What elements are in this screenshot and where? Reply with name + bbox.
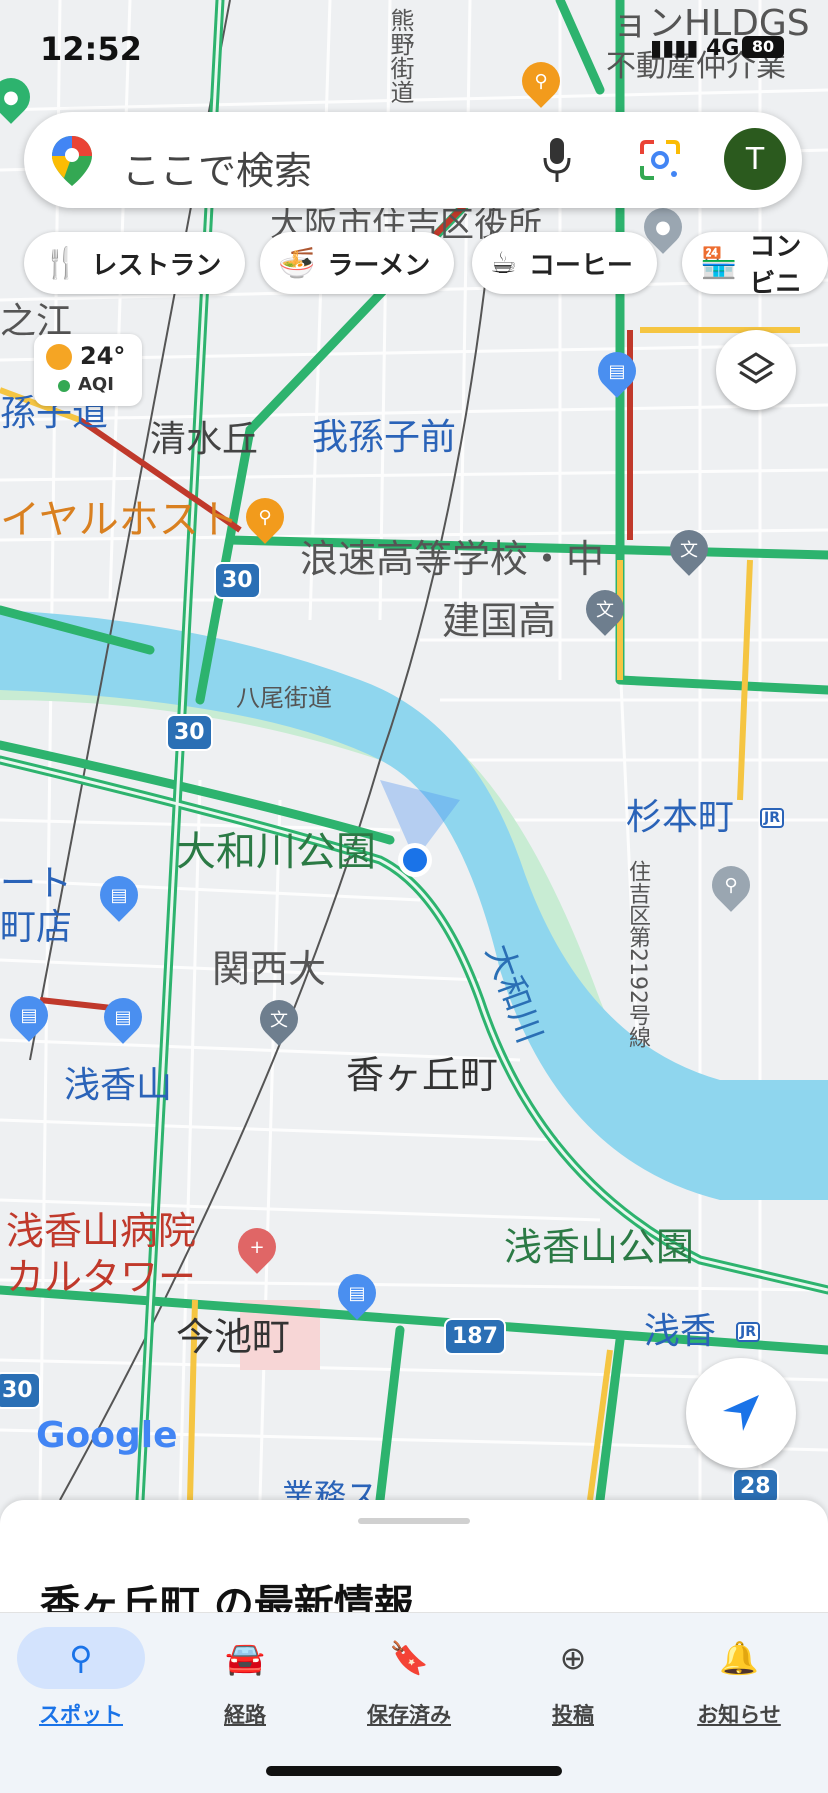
chip-convenience-store[interactable]: 🏪 コンビニ — [682, 232, 828, 299]
map-label-school: 関西大 — [212, 947, 327, 991]
chip-label: レストラン — [91, 250, 222, 281]
nav-label: 保存済み — [367, 1703, 451, 1727]
chip-label: コーヒー — [528, 250, 633, 281]
map-label-park: 大和川公園 — [176, 829, 376, 875]
map-label-station: 浅香山 — [64, 1065, 173, 1106]
bookmark-icon: 🔖 — [389, 1639, 429, 1677]
nav-item-commute[interactable]: 🚘 経路 — [170, 1627, 320, 1729]
status-bar: 12:52 ▮▮▮▮ 4G 80 — [0, 0, 828, 100]
aqi-dot-icon — [58, 380, 70, 392]
map-label-school: 浪速高等学校・中 — [300, 537, 605, 581]
home-indicator — [266, 1766, 562, 1776]
map-label-station: 浅香 — [644, 1311, 717, 1352]
chip-coffee[interactable]: ☕ コーヒー — [472, 232, 657, 294]
sheet-drag-handle[interactable] — [358, 1518, 470, 1524]
nav-item-saved[interactable]: 🔖 保存済み — [334, 1627, 484, 1729]
route-shield: 30 — [166, 714, 213, 751]
network-type: 4G — [706, 36, 740, 61]
hospital-pin-icon[interactable]: + — [230, 1220, 284, 1274]
explore-pin-icon: ⚲ — [17, 1627, 145, 1689]
shop-pin-icon[interactable]: ▤ — [330, 1266, 384, 1320]
nav-label: 経路 — [224, 1703, 266, 1727]
map-label-store: 業務ス — [282, 1477, 379, 1500]
map-label-station: 我孫子前 — [312, 417, 457, 458]
map-label-neighborhood: 今池町 — [176, 1315, 291, 1359]
nav-label: お知らせ — [697, 1703, 781, 1727]
school-pin-icon[interactable]: 文 — [662, 522, 716, 576]
status-time: 12:52 — [40, 30, 142, 68]
nav-label: スポット — [39, 1703, 123, 1727]
google-logo: Google — [36, 1415, 178, 1456]
layers-button[interactable] — [716, 330, 796, 410]
map-label-station: 杉本町 — [626, 797, 735, 838]
bottom-sheet[interactable]: 香ヶ丘町 の最新情報 — [0, 1500, 828, 1628]
map-label-store: ート — [0, 863, 73, 904]
signal-icon: ▮▮▮▮ — [650, 36, 707, 61]
shop-pin-icon[interactable]: ▤ — [96, 990, 150, 1044]
layers-icon — [737, 352, 775, 384]
shop-pin-icon[interactable]: ▤ — [2, 988, 56, 1042]
nav-item-explore[interactable]: ⚲ スポット — [6, 1627, 156, 1729]
navigation-arrow-icon — [723, 1395, 759, 1431]
sun-icon — [46, 344, 72, 370]
map-label-neighborhood: 香ヶ丘町 — [346, 1053, 499, 1097]
school-pin-icon[interactable]: 文 — [252, 992, 306, 1046]
map-label-school: 建国高 — [442, 599, 557, 643]
convenience-store-icon: 🏪 — [700, 245, 738, 281]
chip-ramen[interactable]: 🍜 ラーメン — [260, 232, 455, 294]
search-bar[interactable]: ここで検索 T — [24, 112, 802, 208]
restaurant-pin-icon[interactable]: ⚲ — [238, 490, 292, 544]
map-label-road: 八尾街道 — [236, 684, 332, 712]
map-label-hospital: 浅香山病院 — [6, 1209, 197, 1253]
microphone-icon[interactable] — [542, 136, 572, 184]
add-circle-icon: ⊕ — [559, 1639, 587, 1677]
map-canvas[interactable]: ョンHLDGS 不動産仲介業 熊野街道 大阪市住吉区役所 之江 孫子道 清水丘 … — [0, 0, 828, 1500]
restaurant-icon: 🍴 — [42, 245, 80, 281]
route-shield: 28 — [732, 1468, 779, 1500]
route-shield: 30 — [0, 1372, 41, 1409]
nav-label: 投稿 — [552, 1703, 594, 1727]
battery-icon: 80 — [742, 36, 784, 58]
map-label-park: 浅香山公園 — [504, 1225, 695, 1269]
weather-widget[interactable]: 24° AQI — [34, 334, 142, 406]
bell-icon: 🔔 — [719, 1639, 759, 1677]
shop-pin-icon[interactable]: ▤ — [92, 868, 146, 922]
shop-pin-icon[interactable]: ▤ — [590, 344, 644, 398]
route-shield: 187 — [444, 1318, 506, 1355]
temperature: 24° — [80, 342, 126, 370]
google-lens-icon[interactable] — [638, 138, 682, 182]
route-shield: 30 — [214, 562, 261, 599]
map-label-restaurant: イヤルホスト — [0, 497, 239, 543]
chip-label: コンビニ — [749, 232, 802, 299]
coffee-icon: ☕ — [490, 245, 517, 281]
jr-badge: JR — [736, 1322, 760, 1342]
school-pin-icon[interactable]: 文 — [578, 582, 632, 636]
status-network: ▮▮▮▮ 4G — [650, 36, 739, 61]
nav-item-updates[interactable]: 🔔 お知らせ — [664, 1627, 814, 1729]
nav-item-contribute[interactable]: ⊕ 投稿 — [498, 1627, 648, 1729]
avatar[interactable]: T — [724, 128, 786, 190]
ramen-icon: 🍜 — [278, 245, 316, 281]
jr-badge: JR — [760, 808, 784, 828]
my-location-button[interactable] — [686, 1358, 796, 1468]
maps-logo-icon — [52, 136, 92, 186]
map-label-store: 町店 — [0, 907, 73, 948]
map-label-road: 住吉区第2192号線 — [625, 860, 650, 1048]
search-input[interactable]: ここで検索 — [122, 140, 312, 195]
map-label-hospital: カルタワー — [6, 1255, 197, 1299]
chip-restaurant[interactable]: 🍴 レストラン — [24, 232, 246, 294]
map-label-area: 清水丘 — [150, 419, 259, 460]
aqi-label: AQI — [78, 374, 114, 395]
chip-label: ラーメン — [327, 250, 431, 281]
restaurant-pin-icon[interactable]: ⚲ — [704, 858, 758, 912]
commute-car-icon: 🚘 — [225, 1639, 265, 1677]
